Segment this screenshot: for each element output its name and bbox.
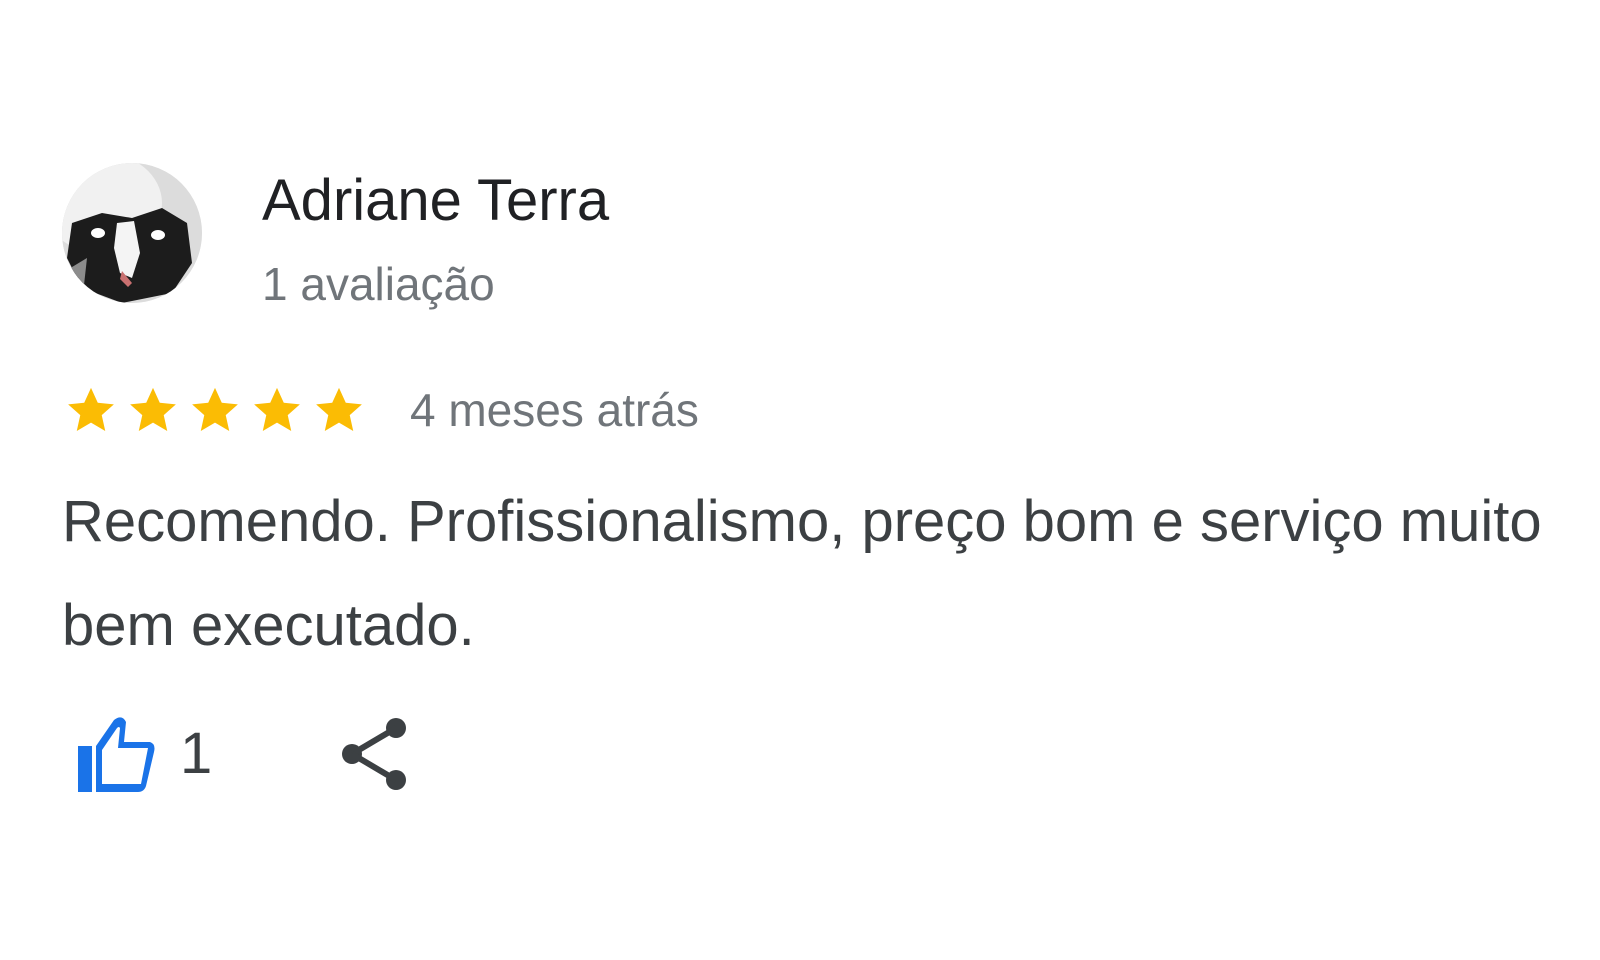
like-count: 1 [180, 721, 213, 786]
review-card: Adriane Terra 1 avaliação 4 meses atrás … [0, 0, 1600, 960]
thumbs-up-icon [78, 717, 155, 792]
share-button[interactable] [338, 716, 414, 792]
share-icon [342, 718, 407, 790]
star-icon [130, 387, 176, 431]
rating-row: 4 meses atrás [60, 380, 699, 440]
avatar[interactable] [62, 163, 202, 303]
star-icon [68, 387, 114, 431]
like-button[interactable]: 1 [74, 712, 212, 796]
review-time: 4 meses atrás [410, 384, 699, 436]
author-review-count: 1 avaliação [262, 258, 495, 310]
review-actions: 1 [74, 712, 414, 796]
star-icon [192, 387, 238, 431]
star-icon [316, 387, 362, 431]
review-text: Recomendo. Profissionalismo, preço bom e… [62, 489, 1542, 658]
star-rating [60, 382, 370, 438]
author-name[interactable]: Adriane Terra [262, 168, 609, 234]
star-icon [254, 387, 300, 431]
avatar-image [62, 163, 202, 303]
